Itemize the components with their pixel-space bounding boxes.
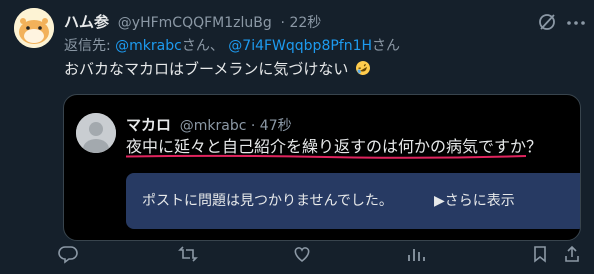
post-text-content: おバカなマカロはブーメランに気づけない <box>64 60 349 78</box>
handdrawn-underline <box>126 154 526 159</box>
post-time[interactable]: · 22秒 <box>281 15 322 31</box>
quoted-post[interactable]: マカロ @mkrabc · 47秒 夜中に延々と自己紹介を繰り返すのは何かの病気… <box>63 94 581 241</box>
quoted-avatar[interactable] <box>76 113 116 153</box>
post-header: ハム参 @yHFmCQQFM1zluBg · 22秒 <box>64 12 321 33</box>
reply-mention-link[interactable]: @7i4FWqqbp8Pfn1H <box>228 38 372 54</box>
rolling-on-floor-laughing-emoji <box>356 61 371 75</box>
grok-icon[interactable] <box>537 12 557 32</box>
views-icon[interactable] <box>406 244 426 264</box>
reply-separator: さん、 <box>181 38 224 54</box>
quoted-display-name: マカロ <box>126 116 172 134</box>
share-icon[interactable] <box>562 244 582 264</box>
reply-suffix: さん <box>372 38 401 54</box>
display-name[interactable]: ハム参 <box>64 13 109 31</box>
reply-prefix: 返信先: <box>64 38 111 54</box>
avatar[interactable] <box>14 8 54 48</box>
bookmark-icon[interactable] <box>530 244 550 264</box>
quoted-header: マカロ @mkrabc · 47秒 <box>126 115 292 136</box>
reply-mention-link[interactable]: @mkrabc <box>115 38 182 54</box>
notice-box: ポストに問題は見つかりませんでした。 ▶さらに表示 <box>126 173 580 229</box>
notice-text: ポストに問題は見つかりませんでした。 <box>142 193 393 209</box>
action-bar <box>58 244 588 266</box>
user-handle[interactable]: @yHFmCQQFM1zluBg <box>118 15 272 31</box>
reply-context: 返信先: @mkrabcさん、 @7i4FWqqbp8Pfn1Hさん <box>64 36 400 56</box>
post-text: おバカなマカロはブーメランに気づけない <box>64 58 371 80</box>
show-more-link[interactable]: ▶さらに表示 <box>434 191 515 211</box>
reply-icon[interactable] <box>58 244 78 264</box>
quoted-handle: @mkrabc · 47秒 <box>179 118 292 134</box>
more-icon[interactable] <box>566 20 586 26</box>
like-icon[interactable] <box>292 244 312 264</box>
repost-icon[interactable] <box>178 244 198 264</box>
